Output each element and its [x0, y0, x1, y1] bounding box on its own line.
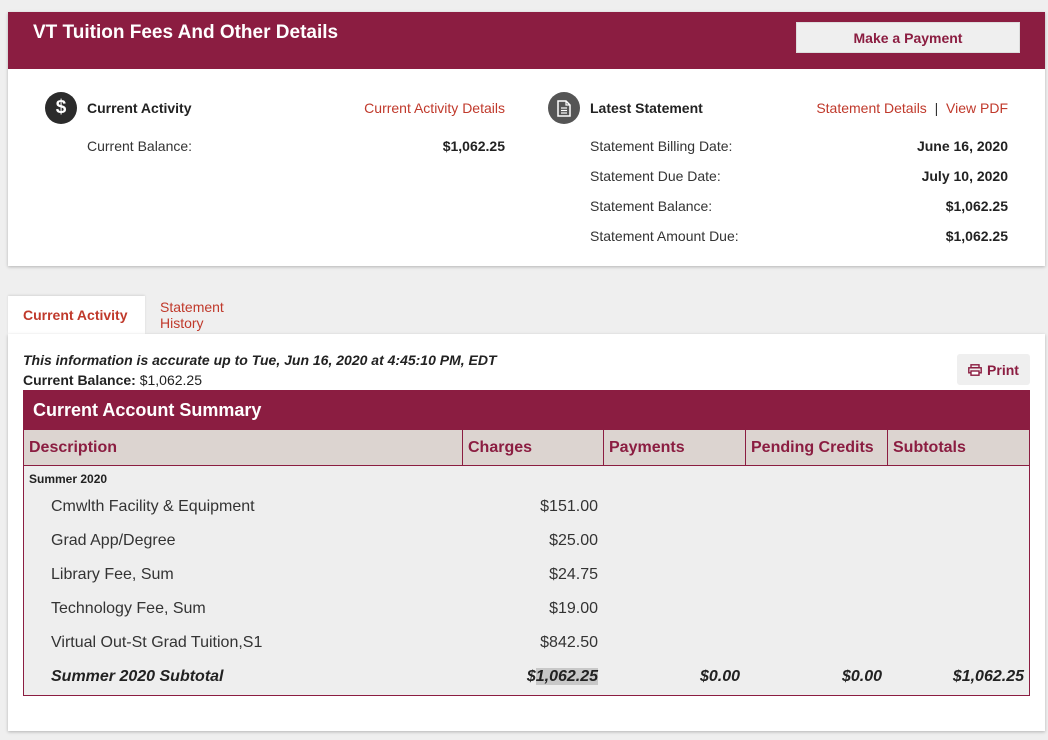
page-title: VT Tuition Fees And Other Details	[33, 22, 339, 43]
subtotal-charges-prefix: $	[526, 668, 536, 685]
line-item-charge: $25.00	[549, 532, 598, 549]
line-item-description: Cmwlth Facility & Equipment	[51, 498, 255, 515]
statement-row-label: Statement Billing Date:	[590, 138, 733, 154]
statement-row-value: $1,062.25	[945, 198, 1008, 214]
make-payment-button[interactable]: Make a Payment	[796, 22, 1020, 53]
column-header-pending-credits: Pending Credits	[746, 430, 888, 465]
line-item-description: Technology Fee, Sum	[51, 600, 206, 617]
line-item-description: Library Fee, Sum	[51, 566, 174, 583]
column-header-description: Description	[24, 430, 463, 465]
printer-icon	[968, 363, 982, 376]
statement-row-label: Statement Balance:	[590, 198, 713, 214]
line-item-charge: $24.75	[549, 566, 598, 583]
statement-links: Statement Details | View PDF	[816, 100, 1008, 116]
content-balance-label: Current Balance:	[23, 372, 136, 388]
subtotal-charges-highlight: 1,062.25	[535, 668, 598, 685]
dollar-icon: $	[45, 92, 77, 124]
current-activity-details-link[interactable]: Current Activity Details	[364, 100, 505, 116]
tab-statement-history[interactable]: Statement History	[145, 296, 239, 334]
column-header-subtotals: Subtotals	[888, 430, 1029, 465]
statement-details-link[interactable]: Statement Details	[816, 100, 927, 116]
statement-row-label: Statement Due Date:	[590, 168, 721, 184]
current-activity-title: Current Activity	[87, 100, 192, 116]
account-summary-table: Current Account Summary Description Char…	[23, 390, 1030, 696]
statement-row-label: Statement Amount Due:	[590, 228, 739, 244]
current-balance-label: Current Balance:	[87, 138, 193, 154]
current-balance-value: $1,062.25	[442, 138, 505, 154]
line-item-description: Grad App/Degree	[51, 532, 176, 549]
tab-current-activity[interactable]: Current Activity	[8, 296, 145, 334]
print-label: Print	[987, 361, 1019, 378]
content-current-balance: Current Balance: $1,062.25	[23, 372, 202, 388]
activity-content: This information is accurate up to Tue, …	[8, 334, 1045, 731]
link-separator: |	[934, 100, 939, 116]
subtotal-label: Summer 2020 Subtotal	[51, 668, 224, 685]
document-icon	[548, 92, 580, 124]
line-item-charge: $151.00	[540, 498, 598, 515]
accuracy-note: This information is accurate up to Tue, …	[23, 352, 497, 368]
subtotal-total: $1,062.25	[952, 668, 1024, 685]
statement-row: Statement Balance: $1,062.25	[590, 198, 1008, 214]
line-item-description: Virtual Out-St Grad Tuition,S1	[51, 634, 263, 651]
column-header-payments: Payments	[604, 430, 746, 465]
line-item-charge: $19.00	[549, 600, 598, 617]
column-header-charges: Charges	[463, 430, 604, 465]
view-pdf-link[interactable]: View PDF	[946, 100, 1008, 116]
statement-row: Statement Amount Due: $1,062.25	[590, 228, 1008, 244]
term-label: Summer 2020	[29, 472, 108, 486]
subtotal-payments: $0.00	[699, 668, 740, 685]
statement-row-value: $1,062.25	[945, 228, 1008, 244]
latest-statement-title: Latest Statement	[590, 100, 703, 116]
statement-row-value: June 16, 2020	[916, 138, 1008, 154]
statement-row: Statement Billing Date: June 16, 2020	[590, 138, 1008, 154]
subtotal-charges: $1,062.25	[478, 668, 598, 686]
content-balance-value: $1,062.25	[139, 372, 202, 388]
header-divider	[24, 465, 1029, 466]
line-item-charge: $842.50	[540, 634, 598, 651]
summary-title: Current Account Summary	[24, 391, 1029, 430]
statement-row-value: July 10, 2020	[921, 168, 1008, 184]
tuition-banner: VT Tuition Fees And Other Details Make a…	[8, 12, 1045, 69]
subtotal-pending-credits: $0.00	[841, 668, 882, 685]
current-balance-row: Current Balance: $1,062.25	[87, 138, 505, 154]
tuition-card: VT Tuition Fees And Other Details Make a…	[8, 12, 1045, 266]
statement-row: Statement Due Date: July 10, 2020	[590, 168, 1008, 184]
print-button[interactable]: Print	[957, 354, 1030, 385]
